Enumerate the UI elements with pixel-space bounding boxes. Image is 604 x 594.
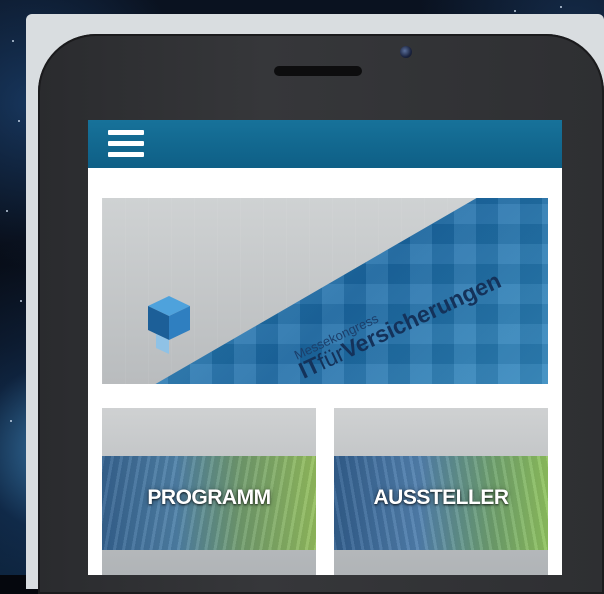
front-camera [400, 46, 412, 58]
star [560, 6, 562, 8]
banner-text: Messekongress ITfürVersicherungen [290, 267, 505, 383]
tile-label-programm: PROGRAMM [147, 486, 271, 509]
tile-label-aussteller: AUSSTELLER [373, 486, 509, 509]
cube-logo-icon [148, 296, 190, 354]
app-screen: Messekongress ITfürVersicherungen PROGRA… [88, 120, 562, 575]
star [6, 210, 8, 212]
app-header [88, 120, 562, 168]
tile-programm[interactable]: PROGRAMM [102, 408, 316, 575]
event-banner: Messekongress ITfürVersicherungen [102, 198, 548, 384]
star [514, 10, 516, 12]
star [12, 40, 14, 42]
star [20, 300, 22, 302]
star [10, 420, 12, 422]
star [18, 120, 20, 122]
earpiece-speaker [274, 66, 362, 76]
tile-aussteller[interactable]: AUSSTELLER [334, 408, 548, 575]
hamburger-menu-icon[interactable] [108, 130, 144, 158]
